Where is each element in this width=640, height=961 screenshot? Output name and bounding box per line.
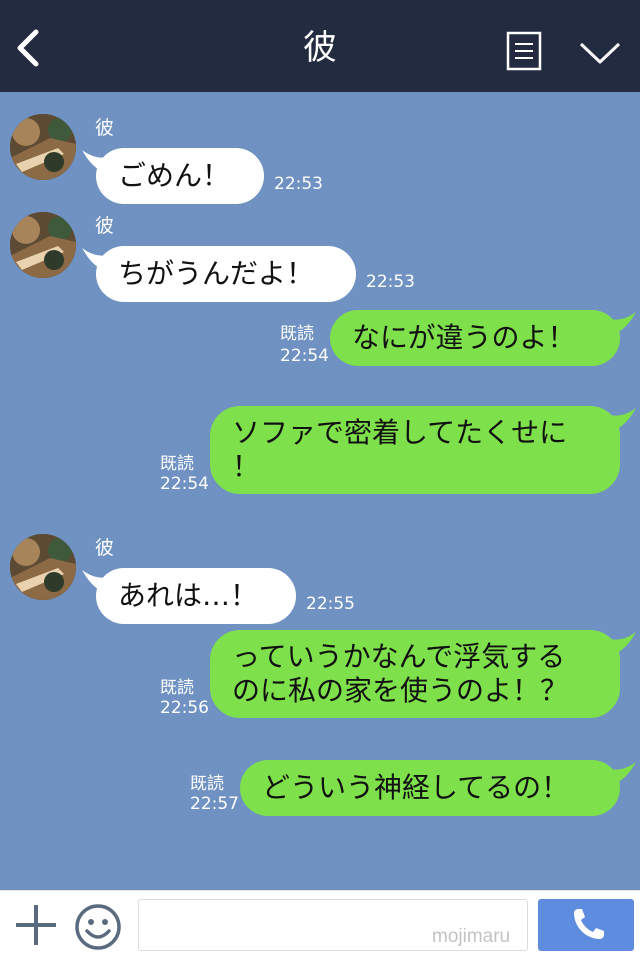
message-text: ごめん！ (118, 159, 231, 192)
message-bubble[interactable]: あれは…！ (96, 568, 296, 624)
message-text: あれは…！ (118, 579, 259, 612)
message-time: 22:55 (306, 594, 355, 614)
message-composer (0, 890, 640, 961)
message-text-line: のに私の家を使うのよ！？ (232, 674, 569, 707)
message-bubble[interactable]: どういう神経してるの！ (240, 760, 620, 816)
read-receipt: 既読 (190, 774, 224, 794)
phone-icon (574, 909, 604, 939)
message-text-line: ソファで密着してたくせに (232, 416, 568, 449)
sender-name: 彼 (95, 215, 115, 237)
bubble-tail (606, 312, 636, 338)
message-text-line: っていうかなんで浮気する (232, 640, 566, 673)
message-input[interactable] (138, 899, 528, 951)
plus-icon (16, 905, 56, 945)
message-time: 22:54 (280, 346, 329, 366)
attach-button[interactable] (14, 903, 58, 947)
sender-name: 彼 (95, 117, 115, 139)
avatar[interactable] (10, 534, 76, 600)
message-bubble[interactable]: ソファで密着してたくせに ！ (210, 406, 620, 494)
read-receipt: 既読 (160, 678, 194, 698)
bubble-tail (606, 632, 636, 658)
avatar[interactable] (10, 212, 76, 278)
message-time: 22:56 (160, 698, 209, 718)
message-time: 22:53 (274, 174, 323, 194)
message-text-line: ！ (232, 450, 261, 483)
bubble-tail (606, 408, 636, 434)
menu-dropdown-button[interactable] (578, 38, 622, 68)
message-bubble[interactable]: ごめん！ (96, 148, 264, 204)
message-time: 22:57 (190, 794, 239, 814)
message-text: なにが違うのよ！ (352, 321, 576, 354)
chevron-left-icon (17, 29, 39, 67)
smiley-icon (75, 904, 121, 950)
notes-button[interactable] (506, 31, 542, 71)
message-bubble[interactable]: なにが違うのよ！ (330, 310, 620, 366)
bubble-tail (606, 762, 636, 788)
avatar[interactable] (10, 114, 76, 180)
message-list[interactable]: 彼 ごめん！ 22:53 彼 ちがうんだよ！ 22:53 既読 22:54 なに… (0, 92, 640, 890)
message-text: ちがうんだよ！ (118, 257, 315, 290)
call-button[interactable] (538, 899, 634, 951)
chevron-down-icon (579, 42, 621, 64)
chat-title: 彼 (303, 28, 337, 68)
message-time: 22:54 (160, 474, 209, 494)
emoji-button[interactable] (74, 903, 122, 951)
sender-name: 彼 (95, 537, 115, 559)
read-receipt: 既読 (160, 454, 194, 474)
back-button[interactable] (10, 26, 50, 70)
message-bubble[interactable]: ちがうんだよ！ (96, 246, 356, 302)
chat-header: 彼 (0, 0, 640, 92)
read-receipt: 既読 (280, 324, 314, 344)
message-bubble[interactable]: っていうかなんで浮気する のに私の家を使うのよ！？ (210, 630, 620, 718)
message-time: 22:53 (366, 272, 415, 292)
notes-icon (506, 31, 542, 71)
message-text: どういう神経してるの！ (262, 771, 570, 804)
